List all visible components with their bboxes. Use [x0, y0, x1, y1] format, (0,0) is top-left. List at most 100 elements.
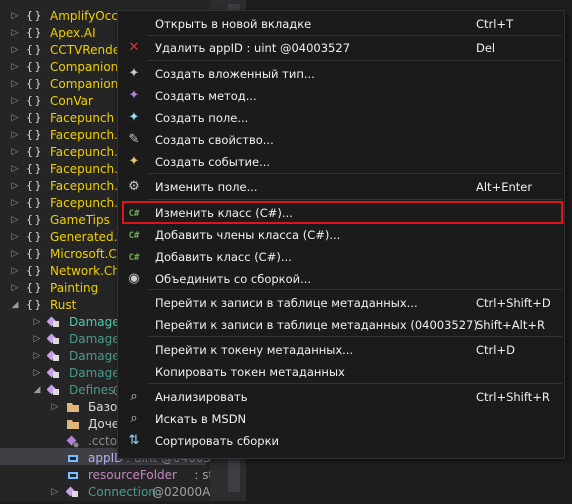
menu-item[interactable]: ⌕ Искать в MSDN	[119, 408, 563, 430]
menu-item-label: Добавить класс (C#)...	[155, 250, 292, 264]
namespace-icon: { }	[26, 162, 42, 175]
sort-icon: ⇅	[128, 433, 140, 448]
tree-item-label: Facepunch	[50, 111, 115, 125]
expand-arrow-icon[interactable]: ▷	[10, 45, 20, 55]
menu-item[interactable]: ✎ Создать свойство...	[119, 129, 563, 151]
menu-item[interactable]: Перейти к токену метаданных... Ctrl+D	[119, 339, 563, 361]
namespace-icon: { }	[26, 298, 42, 311]
menu-separator	[148, 35, 562, 36]
class-icon	[46, 315, 61, 329]
search-icon: ⌕	[130, 411, 138, 426]
tree-item-label: ConVar	[50, 94, 93, 108]
menu-item-label: Создать свойство...	[155, 133, 274, 147]
menu-item[interactable]: Копировать токен метаданных	[119, 361, 563, 383]
expand-arrow-icon[interactable]: ▷	[10, 28, 20, 38]
menu-item[interactable]: Перейти к записи в таблице метаданных (0…	[119, 314, 563, 336]
menu-item[interactable]: ⌕ Анализировать Ctrl+Shift+R	[119, 386, 563, 408]
expand-arrow-icon[interactable]: ▷	[10, 181, 20, 191]
menu-item-shortcut: Ctrl+T	[476, 17, 514, 31]
expand-arrow-icon[interactable]: ▷	[10, 96, 20, 106]
expand-arrow-icon[interactable]: ▷	[10, 113, 20, 123]
menu-item[interactable]: Открыть в новой вкладке Ctrl+T	[119, 13, 563, 35]
property-icon: ✎	[128, 132, 140, 147]
menu-item-label: Открыть в новой вкладке	[155, 17, 312, 31]
menu-item-label: Объединить со сборкой...	[155, 272, 312, 286]
menu-item-label: Добавить члены класса (C#)...	[155, 228, 341, 242]
menu-item[interactable]: ✦ Создать вложенный тип...	[119, 63, 563, 85]
field-icon	[66, 468, 80, 482]
menu-item-shortcut: Del	[476, 41, 496, 55]
menu-item[interactable]: ✕ Удалить appID : uint @04003527 Del	[119, 37, 563, 59]
expand-arrow-icon[interactable]: ▷	[50, 487, 60, 497]
namespace-icon: { }	[26, 60, 42, 73]
menu-item-label: Анализировать	[155, 390, 248, 404]
menu-item-shortcut: Shift+Alt+R	[476, 318, 545, 332]
tree-item-label: Generated.A	[50, 230, 126, 244]
menu-item[interactable]: ◉ Объединить со сборкой...	[119, 268, 563, 290]
expand-arrow-icon[interactable]: ▷	[50, 402, 60, 412]
expand-arrow-icon[interactable]: ▷	[32, 334, 42, 344]
expand-arrow-icon[interactable]: ▷	[10, 198, 20, 208]
tree-item-class[interactable]: ▷ Connection @02000Al	[0, 484, 214, 501]
menu-item-shortcut: Ctrl+Shift+D	[476, 296, 551, 310]
field-icon	[66, 451, 80, 465]
menu-item[interactable]: ✦ Создать поле...	[119, 107, 563, 129]
class-icon	[46, 366, 61, 380]
menu-item-label: Удалить appID : uint @04003527	[155, 41, 351, 55]
namespace-icon: { }	[26, 179, 42, 192]
tree-item-member[interactable]: resourceFolder: string	[0, 467, 237, 484]
expand-arrow-icon[interactable]: ▷	[10, 130, 20, 140]
csharp-add-members-icon: C#	[128, 231, 140, 241]
namespace-icon: { }	[26, 43, 42, 56]
menu-item-label: Создать событие...	[155, 155, 271, 169]
namespace-icon: { }	[26, 94, 42, 107]
class-icon	[46, 332, 61, 346]
expand-arrow-icon[interactable]: ▷	[10, 266, 20, 276]
expand-arrow-icon[interactable]: ▷	[10, 11, 20, 21]
namespace-icon: { }	[26, 111, 42, 124]
folder-icon	[66, 417, 80, 431]
menu-item-label: Копировать токен метаданных	[155, 365, 345, 379]
merge-assembly-icon: ◉	[128, 271, 140, 286]
tree-item-label: CCTVRender	[50, 43, 126, 57]
menu-item[interactable]: ✦ Создать событие...	[119, 151, 563, 173]
collapse-arrow-icon[interactable]: ◢	[32, 385, 42, 395]
expand-arrow-icon[interactable]: ▷	[10, 164, 20, 174]
expand-arrow-icon[interactable]: ▷	[10, 232, 20, 242]
expand-arrow-icon[interactable]: ▷	[10, 62, 20, 72]
menu-item-label: Перейти к токену метаданных...	[155, 343, 354, 357]
menu-item[interactable]: C# Добавить класс (C#)...	[119, 246, 563, 268]
analyze-icon: ⌕	[130, 389, 138, 404]
menu-item[interactable]: C# Добавить члены класса (C#)...	[119, 224, 563, 246]
menu-item-label: Изменить поле...	[155, 180, 258, 194]
tree-item-label: Facepunch.U	[50, 196, 127, 210]
tree-item-suffix: @02000Al	[152, 485, 214, 499]
menu-item[interactable]: Перейти к записи в таблице метаданных...…	[119, 292, 563, 314]
menu-separator	[148, 173, 562, 174]
tree-item-label: Apex.AI	[50, 26, 96, 40]
expand-arrow-icon[interactable]: ▷	[10, 215, 20, 225]
constructor-icon	[66, 434, 80, 448]
selected-item-highlight-box	[122, 201, 563, 224]
expand-arrow-icon[interactable]: ▷	[32, 351, 42, 361]
tree-item-label: CompanionS	[50, 77, 126, 91]
expand-arrow-icon[interactable]: ▷	[10, 147, 20, 157]
expand-arrow-icon[interactable]: ▷	[32, 317, 42, 327]
method-icon: ✦	[128, 88, 140, 103]
tree-item-label: Painting	[50, 281, 99, 295]
menu-item[interactable]: ⚙ Изменить поле... Alt+Enter	[119, 176, 563, 198]
namespace-icon: { }	[26, 230, 42, 243]
namespace-icon: { }	[26, 247, 42, 260]
tree-item-label: CompanionS	[50, 60, 126, 74]
expand-arrow-icon[interactable]: ▷	[10, 79, 20, 89]
namespace-icon: { }	[26, 26, 42, 39]
expand-arrow-icon[interactable]: ▷	[10, 249, 20, 259]
namespace-icon: { }	[26, 264, 42, 277]
expand-arrow-icon[interactable]: ▷	[10, 283, 20, 293]
menu-item[interactable]: ⇅ Сортировать сборки	[119, 430, 563, 452]
namespace-icon: { }	[26, 213, 42, 226]
expand-arrow-icon[interactable]: ▷	[32, 368, 42, 378]
menu-item[interactable]: ✦ Создать метод...	[119, 85, 563, 107]
collapse-arrow-icon[interactable]: ◢	[10, 300, 20, 310]
context-menu: Открыть в новой вкладке Ctrl+T ✕ Удалить ap…	[117, 10, 565, 459]
